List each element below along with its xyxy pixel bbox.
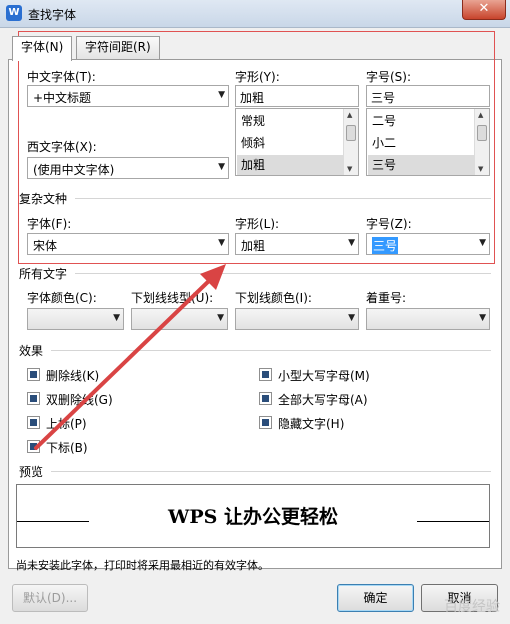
checkbox-label: 双删除线(G) xyxy=(46,393,113,407)
title-bar: W 查找字体 ✕ xyxy=(0,0,510,28)
chevron-down-icon: ▼ xyxy=(479,238,486,248)
emphasis-select[interactable]: ▼ xyxy=(366,308,490,330)
wps-app-icon: W xyxy=(6,5,22,21)
complex-size-label: 字号(Z): xyxy=(366,217,412,231)
checkbox-box[interactable] xyxy=(27,416,40,429)
style-option-selected[interactable]: 加粗 xyxy=(237,155,343,175)
font-warning-note: 尚未安装此字体，打印时将采用最相近的有效字体。 xyxy=(16,559,269,572)
chevron-down-icon: ▼ xyxy=(218,238,225,248)
chevron-down-icon: ▼ xyxy=(218,90,225,100)
size-list[interactable]: 二号 小二 三号 ▲ ▼ xyxy=(366,108,490,176)
checkbox-box[interactable] xyxy=(27,392,40,405)
scroll-down-icon[interactable]: ▼ xyxy=(347,165,352,173)
watermark-text: 百度经验 xyxy=(444,599,500,615)
complex-size-select[interactable]: 三号 ▼ xyxy=(366,233,490,255)
chinese-font-value: +中文标题 xyxy=(33,91,92,105)
checkbox-box[interactable] xyxy=(259,416,272,429)
size-option[interactable]: 二号 xyxy=(370,111,396,131)
complex-size-value: 三号 xyxy=(372,237,399,254)
underline-style-label: 下划线线型(U): xyxy=(131,291,214,305)
preview-box: WPS 让办公更轻松 xyxy=(16,484,490,548)
font-dialog: 字体(N) 字符间距(R) 中文字体(T): +中文标题 ▼ 西文字体(X): … xyxy=(0,28,510,624)
chevron-down-icon: ▼ xyxy=(217,313,224,323)
style-option[interactable]: 倾斜 xyxy=(239,133,265,153)
small-caps-checkbox[interactable]: 小型大写字母(M) xyxy=(259,366,429,384)
scroll-down-icon[interactable]: ▼ xyxy=(478,165,483,173)
effects-section-title: 效果 xyxy=(19,344,44,358)
style-option[interactable]: 常规 xyxy=(239,111,265,131)
checkbox-box[interactable] xyxy=(259,392,272,405)
complex-font-value: 宋体 xyxy=(33,239,58,253)
chevron-down-icon: ▼ xyxy=(479,313,486,323)
style-list-scrollbar[interactable]: ▲ ▼ xyxy=(343,109,358,175)
checkbox-box[interactable] xyxy=(259,368,272,381)
section-divider xyxy=(75,198,491,199)
section-divider xyxy=(51,471,491,472)
all-text-section-title: 所有文字 xyxy=(19,267,68,281)
chevron-down-icon: ▼ xyxy=(348,313,355,323)
size-input-value: 三号 xyxy=(371,91,396,105)
section-divider xyxy=(75,273,491,274)
double-strikethrough-checkbox[interactable]: 双删除线(G) xyxy=(27,390,187,408)
default-button[interactable]: 默认(D)... xyxy=(12,584,88,612)
size-list-scrollbar[interactable]: ▲ ▼ xyxy=(474,109,489,175)
size-option-selected[interactable]: 三号 xyxy=(368,155,474,175)
strikethrough-checkbox[interactable]: 删除线(K) xyxy=(27,366,187,384)
checkbox-box[interactable] xyxy=(27,440,40,453)
ok-button[interactable]: 确定 xyxy=(337,584,414,612)
scroll-thumb[interactable] xyxy=(477,125,487,141)
subscript-checkbox[interactable]: 下标(B) xyxy=(27,438,187,456)
checkbox-label: 删除线(K) xyxy=(46,369,100,383)
chinese-font-select[interactable]: +中文标题 ▼ xyxy=(27,85,229,107)
underline-color-select[interactable]: ▼ xyxy=(235,308,359,330)
chevron-down-icon: ▼ xyxy=(348,238,355,248)
scroll-thumb[interactable] xyxy=(346,125,356,141)
western-font-value: (使用中文字体) xyxy=(33,163,115,177)
window-title: 查找字体 xyxy=(28,8,77,22)
size-input[interactable]: 三号 xyxy=(366,85,490,107)
complex-font-label: 字体(F): xyxy=(27,217,72,231)
checkbox-label: 下标(B) xyxy=(46,441,88,455)
complex-style-label: 字形(L): xyxy=(235,217,280,231)
preview-baseline xyxy=(417,521,489,522)
all-caps-checkbox[interactable]: 全部大写字母(A) xyxy=(259,390,429,408)
underline-color-label: 下划线颜色(I): xyxy=(235,291,312,305)
scroll-up-icon[interactable]: ▲ xyxy=(478,111,483,119)
checkbox-label: 上标(P) xyxy=(46,417,87,431)
checkbox-label: 全部大写字母(A) xyxy=(278,393,368,407)
underline-style-select[interactable]: ▼ xyxy=(131,308,228,330)
superscript-checkbox[interactable]: 上标(P) xyxy=(27,414,187,432)
western-font-select[interactable]: (使用中文字体) ▼ xyxy=(27,157,229,179)
size-label: 字号(S): xyxy=(366,70,412,84)
complex-style-select[interactable]: 加粗 ▼ xyxy=(235,233,359,255)
complex-style-value: 加粗 xyxy=(241,239,266,253)
chevron-down-icon: ▼ xyxy=(218,162,225,172)
preview-section-title: 预览 xyxy=(19,465,44,479)
emphasis-label: 着重号: xyxy=(366,291,407,305)
scroll-up-icon[interactable]: ▲ xyxy=(347,111,352,119)
tab-font[interactable]: 字体(N) xyxy=(12,36,73,61)
style-input-value: 加粗 xyxy=(240,91,265,105)
style-input[interactable]: 加粗 xyxy=(235,85,359,107)
size-option[interactable]: 小二 xyxy=(370,133,396,153)
chinese-font-label: 中文字体(T): xyxy=(27,70,96,84)
style-label: 字形(Y): xyxy=(235,70,280,84)
western-font-label: 西文字体(X): xyxy=(27,140,97,154)
font-color-label: 字体颜色(C): xyxy=(27,291,97,305)
complex-section-title: 复杂文种 xyxy=(19,192,68,206)
checkbox-box[interactable] xyxy=(27,368,40,381)
hidden-text-checkbox[interactable]: 隐藏文字(H) xyxy=(259,414,429,432)
font-color-select[interactable]: ▼ xyxy=(27,308,124,330)
checkbox-label: 隐藏文字(H) xyxy=(278,417,345,431)
complex-font-select[interactable]: 宋体 ▼ xyxy=(27,233,229,255)
preview-text: WPS 让办公更轻松 xyxy=(168,506,338,528)
chevron-down-icon: ▼ xyxy=(113,313,120,323)
section-divider xyxy=(51,350,491,351)
tab-character-spacing[interactable]: 字符间距(R) xyxy=(76,36,160,59)
close-button[interactable]: ✕ xyxy=(462,0,506,20)
checkbox-label: 小型大写字母(M) xyxy=(278,369,370,383)
style-list[interactable]: 常规 倾斜 加粗 ▲ ▼ xyxy=(235,108,359,176)
